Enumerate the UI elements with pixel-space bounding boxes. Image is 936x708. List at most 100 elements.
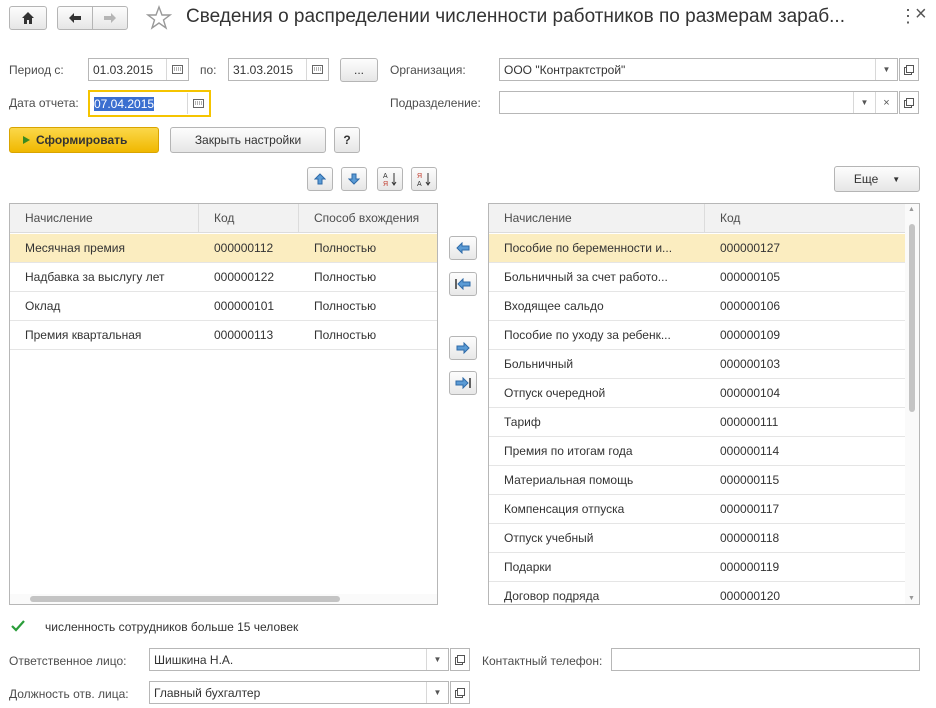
period-to-field[interactable]: 31.03.2015 [228,58,329,81]
report-date-field[interactable]: 07.04.2015 [88,90,211,117]
help-button[interactable]: ? [334,127,360,153]
open-icon[interactable] [450,648,470,671]
arrow-left-icon [69,13,81,23]
cell-accrual: Премия по итогам года [504,444,633,458]
table-row[interactable]: Входящее сальдо 000000106 [489,292,905,321]
cell-code: 000000118 [720,531,780,545]
generate-button[interactable]: Сформировать [9,127,159,153]
organization-label: Организация: [390,63,466,77]
table-row[interactable]: Материальная помощь 000000115 [489,466,905,495]
open-icon[interactable] [450,681,470,704]
cell-code: 000000112 [214,241,274,255]
arrow-right-all-icon [455,377,471,389]
svg-text:A: A [417,181,422,187]
cell-code: 000000101 [214,299,275,313]
period-select-button[interactable]: ... [340,58,378,82]
table-row[interactable]: Надбавка за выслугу лет 000000122 Полнос… [10,263,437,292]
horizontal-scrollbar[interactable] [10,594,437,604]
period-from-field[interactable]: 01.03.2015 [88,58,189,81]
scrollbar-thumb[interactable] [909,224,915,412]
table-row[interactable]: Отпуск учебный 000000118 [489,524,905,553]
chevron-down-icon[interactable]: ▼ [853,92,875,113]
play-icon [23,136,30,144]
vertical-scrollbar[interactable]: ▲ ▼ [905,204,919,604]
remove-selected-button[interactable] [449,336,477,360]
arrow-up-icon [314,173,326,185]
cell-accrual: Договор подряда [504,589,600,603]
calendar-icon[interactable] [187,93,209,114]
cell-mode: Полностью [314,270,377,284]
phone-field[interactable] [611,648,920,671]
cell-code: 000000115 [720,473,780,487]
cell-mode: Полностью [314,241,377,255]
cell-accrual: Оклад [25,299,61,313]
table-row[interactable]: Премия по итогам года 000000114 [489,437,905,466]
move-up-button[interactable] [307,167,333,191]
remove-all-button[interactable] [449,371,477,395]
column-header-code[interactable]: Код [705,204,905,233]
cell-code: 000000105 [720,270,781,284]
position-field[interactable]: Главный бухгалтер ▼ [149,681,449,704]
table-row[interactable]: Компенсация отпуска 000000117 [489,495,905,524]
table-row[interactable]: Пособие по уходу за ребенк... 000000109 [489,321,905,350]
table-row[interactable]: Пособие по беременности и... 000000127 [489,234,905,263]
cell-accrual: Материальная помощь [504,473,634,487]
sort-desc-button[interactable]: ЯA [411,167,437,191]
scroll-down-arrow[interactable]: ▼ [908,595,915,602]
included-accruals-table[interactable]: Начисление Код Способ вхождения Месячная… [9,203,438,605]
employee-count-label[interactable]: численность сотрудников больше 15 челове… [45,620,298,634]
clear-icon[interactable]: × [875,92,897,113]
move-down-button[interactable] [341,167,367,191]
sort-asc-button[interactable]: AЯ [377,167,403,191]
table-row[interactable]: Больничный за счет работо... 000000105 [489,263,905,292]
open-icon[interactable] [899,91,919,114]
chevron-down-icon[interactable]: ▼ [875,59,897,80]
arrow-right-icon [104,13,116,23]
department-field[interactable]: ▼ × [499,91,898,114]
column-header-code[interactable]: Код [199,204,299,233]
open-icon[interactable] [899,58,919,81]
available-accruals-table[interactable]: Начисление Код Пособие по беременности и… [488,203,920,605]
table-row[interactable]: Больничный 000000103 [489,350,905,379]
responsible-field[interactable]: Шишкина Н.А. ▼ [149,648,449,671]
cell-mode: Полностью [314,299,377,313]
scrollbar-thumb[interactable] [30,596,340,602]
calendar-icon[interactable] [166,59,188,80]
favorite-star-icon[interactable] [145,5,173,34]
cell-accrual: Тариф [504,415,541,429]
chevron-down-icon[interactable]: ▼ [426,649,448,670]
table-row[interactable]: Оклад 000000101 Полностью [10,292,437,321]
chevron-down-icon[interactable]: ▼ [426,682,448,703]
table-row[interactable]: Договор подряда 000000120 [489,582,905,604]
cell-code: 000000114 [720,444,780,458]
column-header-mode[interactable]: Способ вхождения [299,204,437,233]
close-settings-button[interactable]: Закрыть настройки [170,127,326,153]
column-header-accrual[interactable]: Начисление [10,204,199,233]
add-selected-button[interactable] [449,236,477,260]
table-row[interactable]: Месячная премия 000000112 Полностью [10,234,437,263]
svg-text:A: A [383,173,388,180]
position-value: Главный бухгалтер [154,685,261,700]
close-icon[interactable]: × [915,3,927,26]
table-row[interactable]: Отпуск очередной 000000104 [489,379,905,408]
cell-code: 000000106 [720,299,781,313]
report-date-value: 07.04.2015 [94,96,155,111]
scroll-up-arrow[interactable]: ▲ [908,206,915,213]
add-all-button[interactable] [449,272,477,296]
table-row[interactable]: Подарки 000000119 [489,553,905,582]
organization-value: ООО "Контрактстрой" [504,62,626,77]
employee-count-checkbox[interactable] [11,619,25,633]
page-title: Сведения о распределении численности раб… [186,6,845,27]
calendar-icon[interactable] [306,59,328,80]
home-button[interactable] [9,6,47,30]
column-header-accrual[interactable]: Начисление [489,204,705,233]
table-header: Начисление Код Способ вхождения [10,204,437,233]
table-row[interactable]: Премия квартальная 000000113 Полностью [10,321,437,350]
responsible-label: Ответственное лицо: [9,654,127,668]
more-button[interactable]: Еще ▼ [834,166,920,192]
table-row[interactable]: Тариф 000000111 [489,408,905,437]
forward-button[interactable] [92,6,128,30]
organization-field[interactable]: ООО "Контрактстрой" ▼ [499,58,898,81]
back-button[interactable] [57,6,93,30]
cell-accrual: Входящее сальдо [504,299,604,313]
